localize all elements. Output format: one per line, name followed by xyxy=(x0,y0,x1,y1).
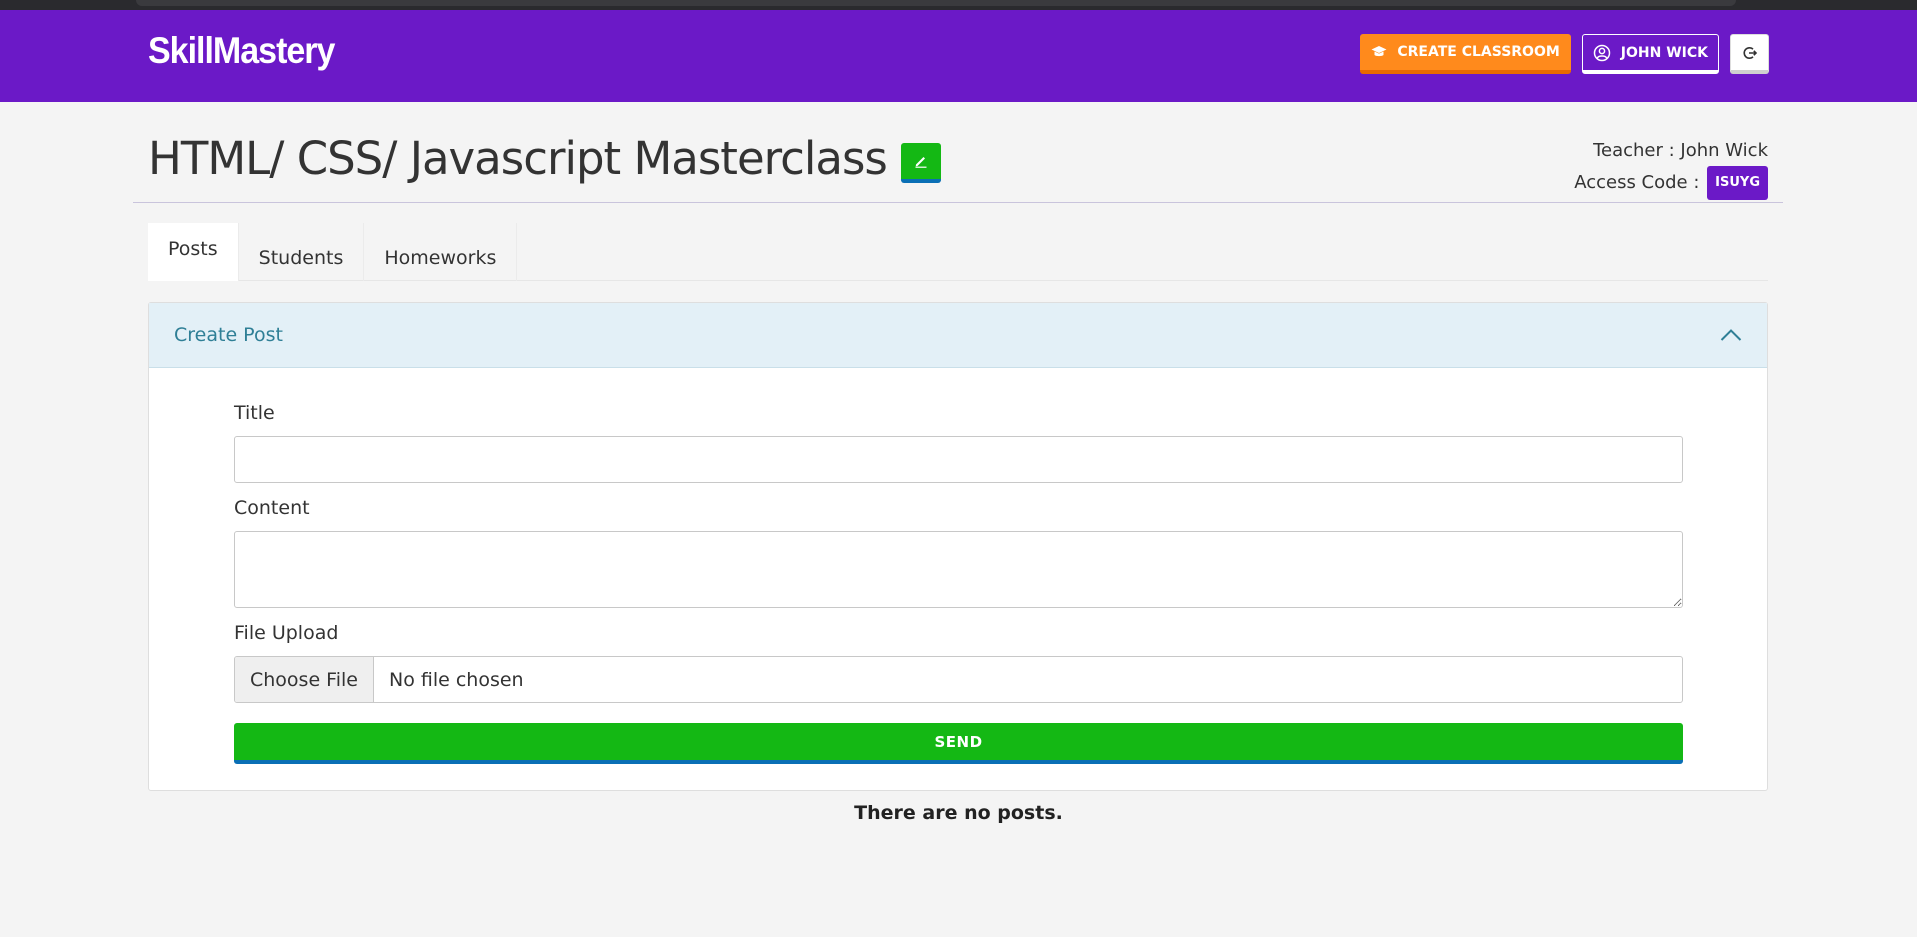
chevron-up-icon[interactable] xyxy=(1720,328,1742,342)
logout-button[interactable] xyxy=(1730,34,1769,74)
content-label: Content xyxy=(234,497,310,519)
user-circle-icon xyxy=(1593,44,1611,62)
page-title: HTML/ CSS/ Javascript Masterclass xyxy=(148,132,888,185)
classroom-tabs: Posts Students Homeworks xyxy=(148,223,1768,281)
tab-homeworks[interactable]: Homeworks xyxy=(364,223,518,281)
classroom-meta: Teacher : John Wick Access Code : ISUYG xyxy=(1574,136,1768,200)
user-menu-button[interactable]: JOHN WICK xyxy=(1581,34,1719,74)
tab-posts[interactable]: Posts xyxy=(148,223,239,281)
logout-icon xyxy=(1742,45,1758,61)
access-code-row: Access Code : ISUYG xyxy=(1574,166,1768,200)
access-code-label: Access Code : xyxy=(1574,172,1700,193)
create-post-card: Create Post Title Content File Upload Ch… xyxy=(148,302,1768,791)
nav-actions: CREATE CLASSROOM JOHN WICK xyxy=(1360,34,1769,74)
file-upload-label: File Upload xyxy=(234,622,339,644)
post-title-input[interactable] xyxy=(234,436,1683,483)
create-post-form: Title Content File Upload Choose File No… xyxy=(149,402,1767,764)
classroom-header: HTML/ CSS/ Javascript Masterclass Teache… xyxy=(133,102,1783,203)
file-upload-field[interactable]: Choose File No file chosen xyxy=(234,656,1683,703)
tab-students[interactable]: Students xyxy=(239,223,365,281)
classroom-title-row: HTML/ CSS/ Javascript Masterclass xyxy=(148,132,941,185)
title-label: Title xyxy=(234,402,275,424)
top-navbar: SkillMastery CREATE CLASSROOM JOHN WICK xyxy=(0,10,1917,102)
create-post-header[interactable]: Create Post xyxy=(149,303,1767,368)
graduation-cap-icon xyxy=(1371,45,1387,59)
teacher-text: Teacher : John Wick xyxy=(1593,140,1768,161)
create-classroom-button[interactable]: CREATE CLASSROOM xyxy=(1360,34,1571,74)
edit-classroom-button[interactable] xyxy=(900,142,941,183)
post-content-textarea[interactable] xyxy=(234,531,1683,608)
brand-logo[interactable]: SkillMastery xyxy=(148,30,335,72)
send-button[interactable]: SEND xyxy=(234,723,1683,764)
user-name-label: JOHN WICK xyxy=(1620,44,1708,61)
file-status-text: No file chosen xyxy=(388,668,524,691)
create-post-title: Create Post xyxy=(174,324,283,346)
browser-top-strip xyxy=(0,0,1917,10)
pencil-icon xyxy=(914,154,928,168)
choose-file-button[interactable]: Choose File xyxy=(235,657,374,702)
no-posts-message: There are no posts. xyxy=(854,802,1063,824)
browser-address-bar-edge xyxy=(136,0,1736,6)
access-code-badge: ISUYG xyxy=(1707,166,1768,200)
create-classroom-label: CREATE CLASSROOM xyxy=(1397,44,1560,60)
